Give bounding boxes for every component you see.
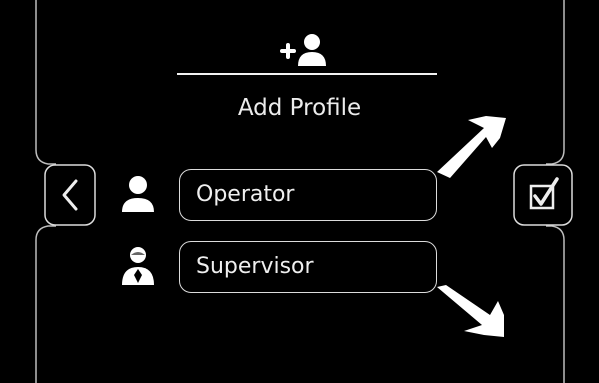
profile-option-supervisor[interactable]: Supervisor: [179, 241, 437, 293]
callout-arrow-icon: [437, 285, 504, 337]
back-button[interactable]: [44, 164, 96, 226]
profile-label: Supervisor: [196, 254, 314, 279]
profile-label: Operator: [196, 182, 295, 207]
user-icon: [122, 176, 154, 212]
header-divider: [177, 73, 437, 75]
profile-option-operator[interactable]: Operator: [179, 169, 437, 221]
user-tie-icon: [122, 247, 154, 285]
chevron-left-icon: [62, 179, 78, 211]
add-user-icon: [280, 34, 326, 66]
callout-arrow-icon: [437, 116, 506, 178]
